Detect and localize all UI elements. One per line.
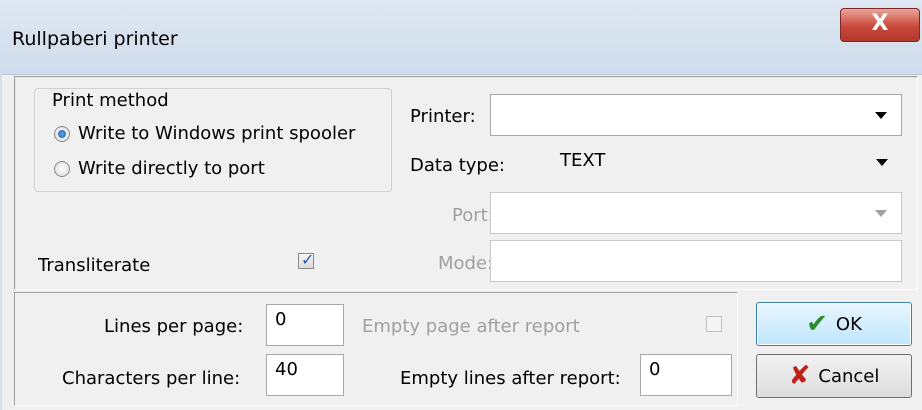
transliterate-checkbox[interactable]: ✓ — [298, 250, 315, 269]
chevron-down-icon[interactable] — [875, 210, 887, 217]
radio-label: Write to Windows print spooler — [78, 123, 356, 144]
characters-per-line-input[interactable]: 40 — [266, 354, 344, 396]
radio-label: Write directly to port — [78, 158, 265, 179]
lines-per-page-value: 0 — [275, 309, 287, 330]
chevron-down-icon[interactable] — [875, 112, 887, 119]
data-type-select[interactable]: TEXT — [556, 142, 902, 184]
lines-per-page-input[interactable]: 0 — [266, 304, 344, 346]
printer-select[interactable] — [490, 94, 902, 136]
transliterate-label: Transliterate — [38, 255, 151, 276]
mode-label: Mode: — [438, 253, 494, 274]
characters-per-line-label: Characters per line: — [62, 368, 241, 389]
checkmark-icon: ✔ — [806, 309, 828, 339]
chevron-down-icon[interactable] — [876, 159, 888, 166]
characters-per-line-value: 40 — [275, 359, 298, 380]
data-type-value: TEXT — [560, 150, 606, 171]
empty-lines-after-report-input[interactable]: 0 — [640, 354, 732, 396]
x-mark-icon: ✘ — [788, 361, 811, 391]
ok-label: OK — [835, 313, 862, 335]
ok-button[interactable]: ✔ OK — [756, 302, 912, 346]
empty-lines-after-report-value: 0 — [649, 359, 661, 380]
radio-button-checked[interactable] — [54, 125, 70, 142]
lines-per-page-label: Lines per page: — [104, 316, 244, 337]
window-edge — [0, 74, 2, 410]
data-type-label: Data type: — [410, 155, 505, 176]
checkmark-icon: ✓ — [301, 250, 315, 269]
radio-windows-spooler[interactable]: Write to Windows print spooler — [54, 123, 355, 144]
port-label: Port: — [452, 205, 494, 226]
cancel-button[interactable]: ✘ Cancel — [756, 354, 912, 398]
radio-button[interactable] — [54, 160, 70, 177]
cancel-label: Cancel — [818, 365, 880, 387]
dialog-window: Rullpaberi printer X Print method Write … — [0, 0, 922, 410]
close-icon: X — [871, 11, 889, 36]
port-select[interactable] — [490, 192, 902, 234]
radio-direct-port[interactable]: Write directly to port — [54, 158, 265, 179]
window-title: Rullpaberi printer — [12, 28, 178, 50]
close-button[interactable]: X — [840, 8, 920, 42]
mode-input[interactable] — [490, 240, 902, 282]
printer-label: Printer: — [410, 106, 476, 127]
title-bar: Rullpaberi printer X — [0, 0, 922, 75]
empty-page-after-report-checkbox[interactable] — [706, 316, 722, 332]
empty-page-after-report-label: Empty page after report — [362, 316, 580, 337]
print-method-legend: Print method — [52, 90, 169, 111]
empty-lines-after-report-label: Empty lines after report: — [400, 368, 621, 389]
